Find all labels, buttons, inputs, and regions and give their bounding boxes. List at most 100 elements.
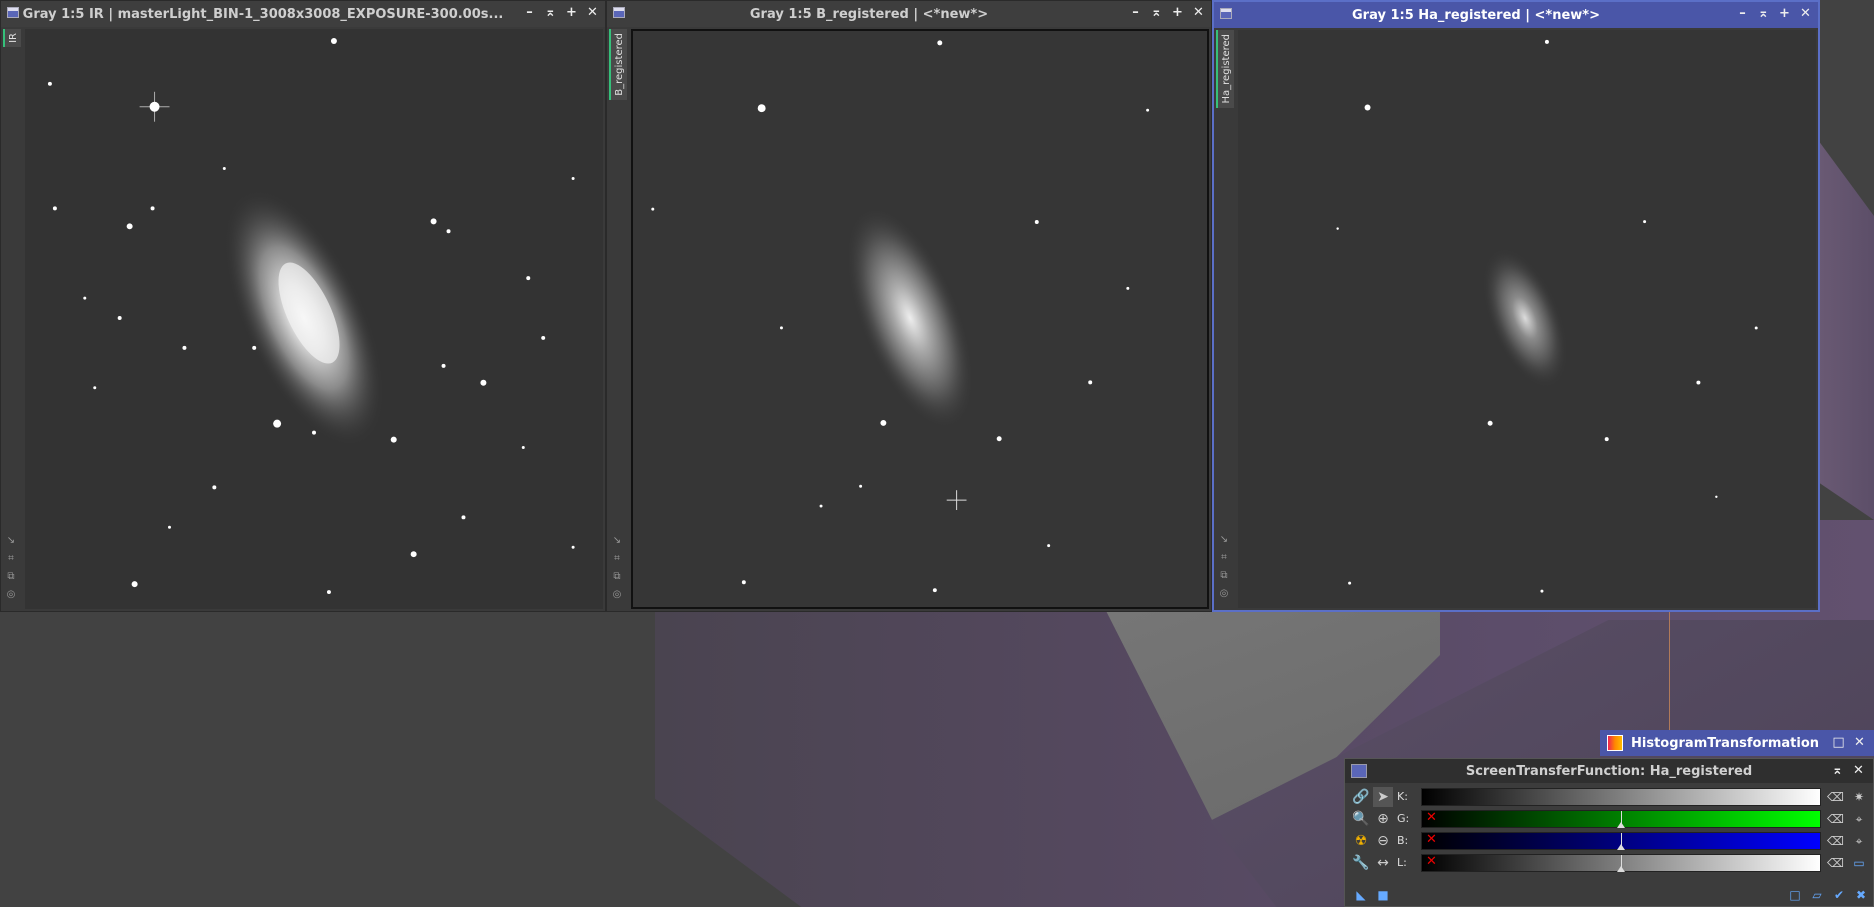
- image-window-ha[interactable]: Gray 1:5 Ha_registered | <*new*> – ⌅ + ✕…: [1212, 0, 1820, 612]
- view-identifier-tab[interactable]: Ha_registered: [1216, 30, 1234, 108]
- close-button[interactable]: ✕: [1851, 734, 1868, 752]
- astro-image: [633, 31, 1207, 607]
- minimize-button[interactable]: –: [1734, 5, 1751, 23]
- screen-transfer-function-panel[interactable]: ScreenTransferFunction: Ha_registered ⌅ …: [1344, 758, 1874, 907]
- view-identifier-label: IR: [7, 33, 19, 43]
- stf-row-l: 🔧 ↔ L: ✕ ⌫ ▭: [1345, 853, 1873, 873]
- midtones-handle[interactable]: [1617, 811, 1625, 828]
- histogram-title: HistogramTransformation: [1631, 735, 1820, 751]
- channel-label: G:: [1397, 812, 1410, 825]
- image-view[interactable]: [1238, 30, 1816, 608]
- apply-icon[interactable]: ✔: [1831, 887, 1847, 903]
- arrow-icon[interactable]: ↘: [5, 535, 17, 547]
- view-side-strip: IR ↘ ⌗ ⧉ ◎: [1, 27, 23, 611]
- window-title: Gray 1:5 Ha_registered | <*new*>: [1352, 7, 1600, 23]
- reset-icon[interactable]: ⌫: [1827, 789, 1844, 805]
- window-title-bar[interactable]: Gray 1:5 B_registered | <*new*> – ⌅ + ✕: [607, 1, 1211, 27]
- reset-all-icon[interactable]: ✖: [1853, 887, 1869, 903]
- midtones-handle[interactable]: [1617, 833, 1625, 850]
- auto-stretch-icon[interactable]: ☢: [1351, 831, 1371, 851]
- view-icon[interactable]: ■: [1375, 887, 1391, 903]
- link-channels-icon[interactable]: 🔗: [1351, 787, 1371, 807]
- image-window-ir[interactable]: Gray 1:5 IR | masterLight_BIN-1_3008x300…: [0, 0, 606, 612]
- shade-button[interactable]: ⌅: [1829, 762, 1846, 780]
- horizontal-arrows-icon[interactable]: ↔: [1373, 853, 1393, 873]
- stf-title-bar[interactable]: ScreenTransferFunction: Ha_registered ⌅ …: [1345, 759, 1873, 783]
- histogram-icon: [1607, 735, 1623, 751]
- minimize-button[interactable]: –: [1127, 4, 1144, 22]
- close-button[interactable]: ✕: [1797, 5, 1814, 23]
- close-button[interactable]: ✕: [1850, 762, 1867, 780]
- target-icon[interactable]: ◎: [611, 589, 623, 601]
- fit-icon[interactable]: ⌗: [5, 553, 17, 565]
- midtones-handle[interactable]: [1617, 855, 1625, 872]
- browse-icon[interactable]: □: [1787, 887, 1803, 903]
- clone-icon[interactable]: ⧉: [5, 571, 17, 583]
- channel-slider-g[interactable]: ✕: [1421, 810, 1821, 828]
- channel-slider-k[interactable]: [1421, 788, 1821, 806]
- new-instance-icon[interactable]: ◣: [1353, 887, 1369, 903]
- reset-icon[interactable]: ⌫: [1827, 811, 1844, 827]
- view-identifier-tab[interactable]: B_registered: [609, 29, 627, 100]
- clone-icon[interactable]: ⧉: [1218, 570, 1230, 582]
- stf-bottom-bar: ◣ ■ □ ▱ ✔ ✖: [1345, 884, 1873, 906]
- view-identifier-tab[interactable]: IR: [3, 29, 21, 47]
- image-view[interactable]: [631, 29, 1209, 609]
- reset-icon[interactable]: ⌫: [1827, 833, 1844, 849]
- image-view[interactable]: [25, 29, 603, 609]
- shadows-clip-icon[interactable]: ✕: [1426, 810, 1437, 825]
- shade-button[interactable]: ⌅: [542, 4, 559, 22]
- stf-row-k: 🔗 ➤ K: ⌫ ✷: [1345, 787, 1873, 807]
- wrench-icon[interactable]: 🔧: [1351, 853, 1371, 873]
- view-identifier-label: B_registered: [613, 33, 625, 96]
- close-button[interactable]: ✕: [584, 4, 601, 22]
- reset-icon[interactable]: ⌫: [1827, 855, 1844, 871]
- clone-icon[interactable]: ⧉: [611, 571, 623, 583]
- stf-row-g: 🔍 ⊕ G: ✕ ⌫ ⌖: [1345, 809, 1873, 829]
- channel-slider-l[interactable]: ✕: [1421, 854, 1821, 872]
- maximize-button[interactable]: □: [1830, 734, 1847, 752]
- settings-icon[interactable]: ✷: [1851, 789, 1867, 805]
- close-button[interactable]: ✕: [1190, 4, 1207, 22]
- zoom-in-icon[interactable]: 🔍: [1351, 809, 1371, 829]
- astro-image: [1238, 30, 1816, 608]
- stf-row-b: ☢ ⊖ B: ✕ ⌫ ⌖: [1345, 831, 1873, 851]
- minimize-button[interactable]: –: [521, 4, 538, 22]
- arrow-icon[interactable]: ↘: [611, 535, 623, 547]
- window-title: Gray 1:5 IR | masterLight_BIN-1_3008x300…: [22, 6, 504, 22]
- window-title-bar[interactable]: Gray 1:5 Ha_registered | <*new*> – ⌅ + ✕: [1214, 2, 1818, 28]
- background-shape: [1818, 140, 1874, 520]
- shadows-clip-icon[interactable]: ✕: [1426, 832, 1437, 847]
- maximize-button[interactable]: +: [1169, 4, 1186, 22]
- shadows-clip-icon[interactable]: ✕: [1426, 854, 1437, 869]
- maximize-button[interactable]: +: [563, 4, 580, 22]
- channel-label: K:: [1397, 790, 1408, 803]
- shade-button[interactable]: ⌅: [1755, 5, 1772, 23]
- fit-icon[interactable]: ⌗: [611, 553, 623, 565]
- view-side-strip: B_registered ↘ ⌗ ⧉ ◎: [607, 27, 629, 611]
- crosshair-icon[interactable]: ⌖: [1851, 811, 1867, 827]
- document-icon[interactable]: ▱: [1809, 887, 1825, 903]
- zoom-out-icon[interactable]: ⊖: [1373, 831, 1393, 851]
- target-icon[interactable]: ◎: [1218, 588, 1230, 600]
- target-icon[interactable]: ◎: [5, 589, 17, 601]
- window-title-bar[interactable]: Gray 1:5 IR | masterLight_BIN-1_3008x300…: [1, 1, 605, 27]
- guide-line: [1669, 610, 1670, 730]
- fit-icon[interactable]: ⌗: [1218, 552, 1230, 564]
- image-window-b[interactable]: Gray 1:5 B_registered | <*new*> – ⌅ + ✕ …: [606, 0, 1212, 612]
- window-title: Gray 1:5 B_registered | <*new*>: [749, 6, 989, 22]
- astro-image: [25, 29, 603, 609]
- channel-slider-b[interactable]: ✕: [1421, 832, 1821, 850]
- crosshair-icon[interactable]: ⌖: [1851, 833, 1867, 849]
- pointer-icon[interactable]: ➤: [1373, 787, 1393, 807]
- channel-label: L:: [1397, 856, 1407, 869]
- shade-button[interactable]: ⌅: [1148, 4, 1165, 22]
- view-side-strip: Ha_registered ↘ ⌗ ⧉ ◎: [1214, 28, 1236, 610]
- zoom-in-plus-icon[interactable]: ⊕: [1373, 809, 1393, 829]
- monitor-icon[interactable]: ▭: [1851, 855, 1867, 871]
- arrow-icon[interactable]: ↘: [1218, 534, 1230, 546]
- maximize-button[interactable]: +: [1776, 5, 1793, 23]
- channel-label: B:: [1397, 834, 1409, 847]
- view-identifier-label: Ha_registered: [1220, 34, 1232, 104]
- histogram-transformation-panel[interactable]: HistogramTransformation □ ✕: [1600, 730, 1874, 756]
